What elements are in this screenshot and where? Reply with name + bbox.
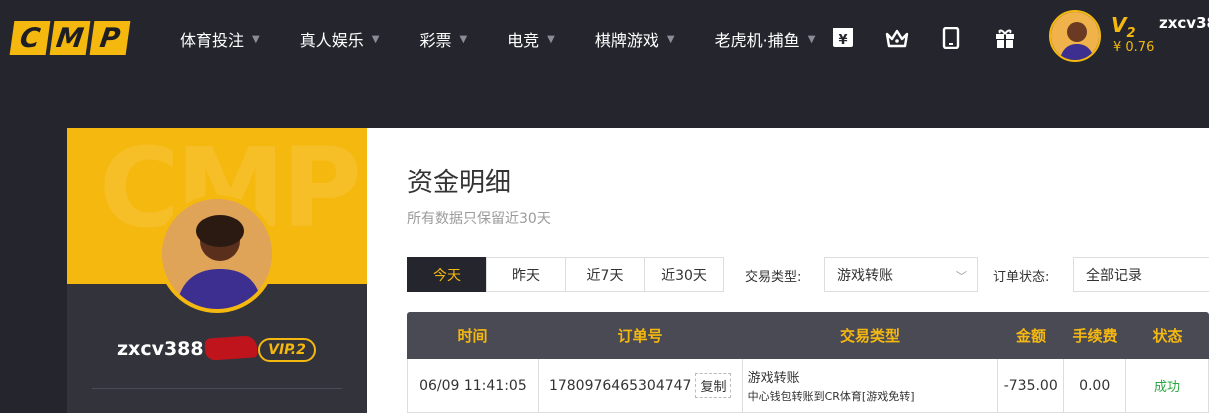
chevron-down-icon: ▼ (666, 33, 675, 45)
type-detail: 中心钱包转账到CR体育[游戏免转] (747, 390, 915, 403)
nav-item-label: 棋牌游戏 (594, 31, 659, 50)
nav-item-lottery[interactable]: 彩票 ▼ (419, 27, 467, 51)
top-navbar: C M P 体育投注 ▼ 真人娱乐 ▼ 彩票 ▼ 电竞 ▼ 棋牌游戏 ▼ 老虎机·捕鱼 ▼ … (0, 0, 1209, 78)
tab-today[interactable]: 今天 (407, 257, 487, 292)
status-badge: 成功 (1154, 380, 1181, 395)
column-header-order-no: 订单号 (617, 327, 663, 345)
divider (92, 388, 342, 389)
page-subtitle: 所有数据只保留近30天 (407, 211, 551, 227)
order-status-label: 订单状态: (993, 270, 1050, 285)
nav-item-live-casino[interactable]: 真人娱乐 ▼ (300, 27, 380, 51)
crown-icon[interactable] (883, 24, 911, 52)
column-header-fee: 手续费 (1072, 327, 1118, 345)
nav-item-slots-fishing[interactable]: 老虎机·捕鱼 ▼ (715, 27, 816, 51)
transaction-type-value: 游戏转账 (837, 267, 893, 284)
profile-avatar (158, 195, 276, 313)
date-range-tabs: 今天 昨天 近7天 近30天 (407, 257, 724, 292)
nav-item-card-games[interactable]: 棋牌游戏 ▼ (595, 27, 675, 51)
column-header-time: 时间 (457, 327, 488, 345)
chevron-down-icon: ▼ (252, 33, 260, 45)
transaction-type-label: 交易类型: (745, 270, 802, 285)
page-title: 资金明细 (407, 168, 512, 198)
transaction-type-select[interactable]: 游戏转账 ﹀ (824, 257, 978, 292)
cell-type: 游戏转账 中心钱包转账到CR体育[游戏免转] (742, 359, 999, 413)
cell-time: 06/09 11:41:05 (408, 359, 539, 413)
chevron-down-icon: ▼ (547, 33, 555, 45)
cell-amount: -735.00 (998, 359, 1065, 413)
table-header: 时间 订单号 交易类型 金额 手续费 状态 (407, 312, 1209, 359)
fund-details-panel: 资金明细 所有数据只保留近30天 今天 昨天 近7天 近30天 交易类型: 游戏… (367, 128, 1209, 413)
logo-letter: M (49, 21, 91, 55)
username[interactable]: zxcv38 (1159, 14, 1209, 32)
type-main: 游戏转账 (747, 371, 800, 386)
profile-card: CMP zxcv388 VIP.2 (67, 128, 367, 413)
fund-details-table: 时间 订单号 交易类型 金额 手续费 状态 06/09 11:41:05 178… (407, 312, 1209, 413)
column-header-status: 状态 (1152, 327, 1183, 345)
table-row: 06/09 11:41:05 1780976465304747 复制 游戏转账 … (407, 359, 1209, 413)
nav-item-label: 老虎机·捕鱼 (714, 31, 800, 50)
tab-last-30-days[interactable]: 近30天 (644, 257, 724, 292)
chevron-down-icon: ﹀ (956, 270, 967, 283)
vip-letter: V (1111, 13, 1127, 37)
vip-level-mark: V2 (1111, 13, 1136, 41)
column-header-type: 交易类型 (839, 327, 900, 345)
chevron-down-icon: ▼ (807, 33, 816, 45)
nav-item-sports[interactable]: 体育投注 ▼ (180, 27, 260, 51)
chevron-down-icon: ▼ (459, 33, 468, 45)
column-header-amount: 金额 (1015, 327, 1046, 345)
redaction-mark (204, 335, 258, 361)
profile-username: zxcv388 (117, 338, 204, 360)
chevron-down-icon: ▼ (371, 33, 380, 45)
cell-status: 成功 (1126, 359, 1209, 413)
logo-letter: C (9, 21, 51, 55)
order-status-value: 全部记录 (1086, 267, 1142, 284)
logo-letter: P (89, 21, 131, 55)
tab-last-7-days[interactable]: 近7天 (565, 257, 645, 292)
nav-item-esports[interactable]: 电竞 ▼ (507, 27, 555, 51)
nav-icon-group: ¥ (829, 24, 1045, 52)
cell-order-no: 1780976465304747 复制 (538, 359, 743, 413)
vip-level-number: 2 (1126, 26, 1136, 41)
tab-yesterday[interactable]: 昨天 (486, 257, 566, 292)
balance: ¥ 0.76 (1113, 40, 1155, 55)
cell-fee: 0.00 (1064, 359, 1127, 413)
avatar[interactable] (1049, 10, 1101, 62)
nav-item-label: 彩票 (419, 31, 452, 50)
order-number: 1780976465304747 (548, 377, 692, 394)
yen-deposit-icon[interactable]: ¥ (829, 24, 857, 52)
gift-icon[interactable] (991, 24, 1019, 52)
order-status-select[interactable]: 全部记录 (1073, 257, 1209, 292)
nav-item-label: 电竞 (507, 31, 540, 50)
main-nav: 体育投注 ▼ 真人娱乐 ▼ 彩票 ▼ 电竞 ▼ 棋牌游戏 ▼ 老虎机·捕鱼 ▼ (180, 27, 855, 51)
nav-item-label: 体育投注 (180, 31, 245, 50)
mobile-icon[interactable] (937, 24, 965, 52)
vip-badge: VIP.2 (258, 338, 316, 362)
nav-item-label: 真人娱乐 (299, 31, 364, 50)
svg-text:¥: ¥ (838, 33, 847, 48)
copy-button[interactable]: 复制 (695, 373, 732, 398)
cmp-logo[interactable]: C M P (9, 21, 131, 55)
